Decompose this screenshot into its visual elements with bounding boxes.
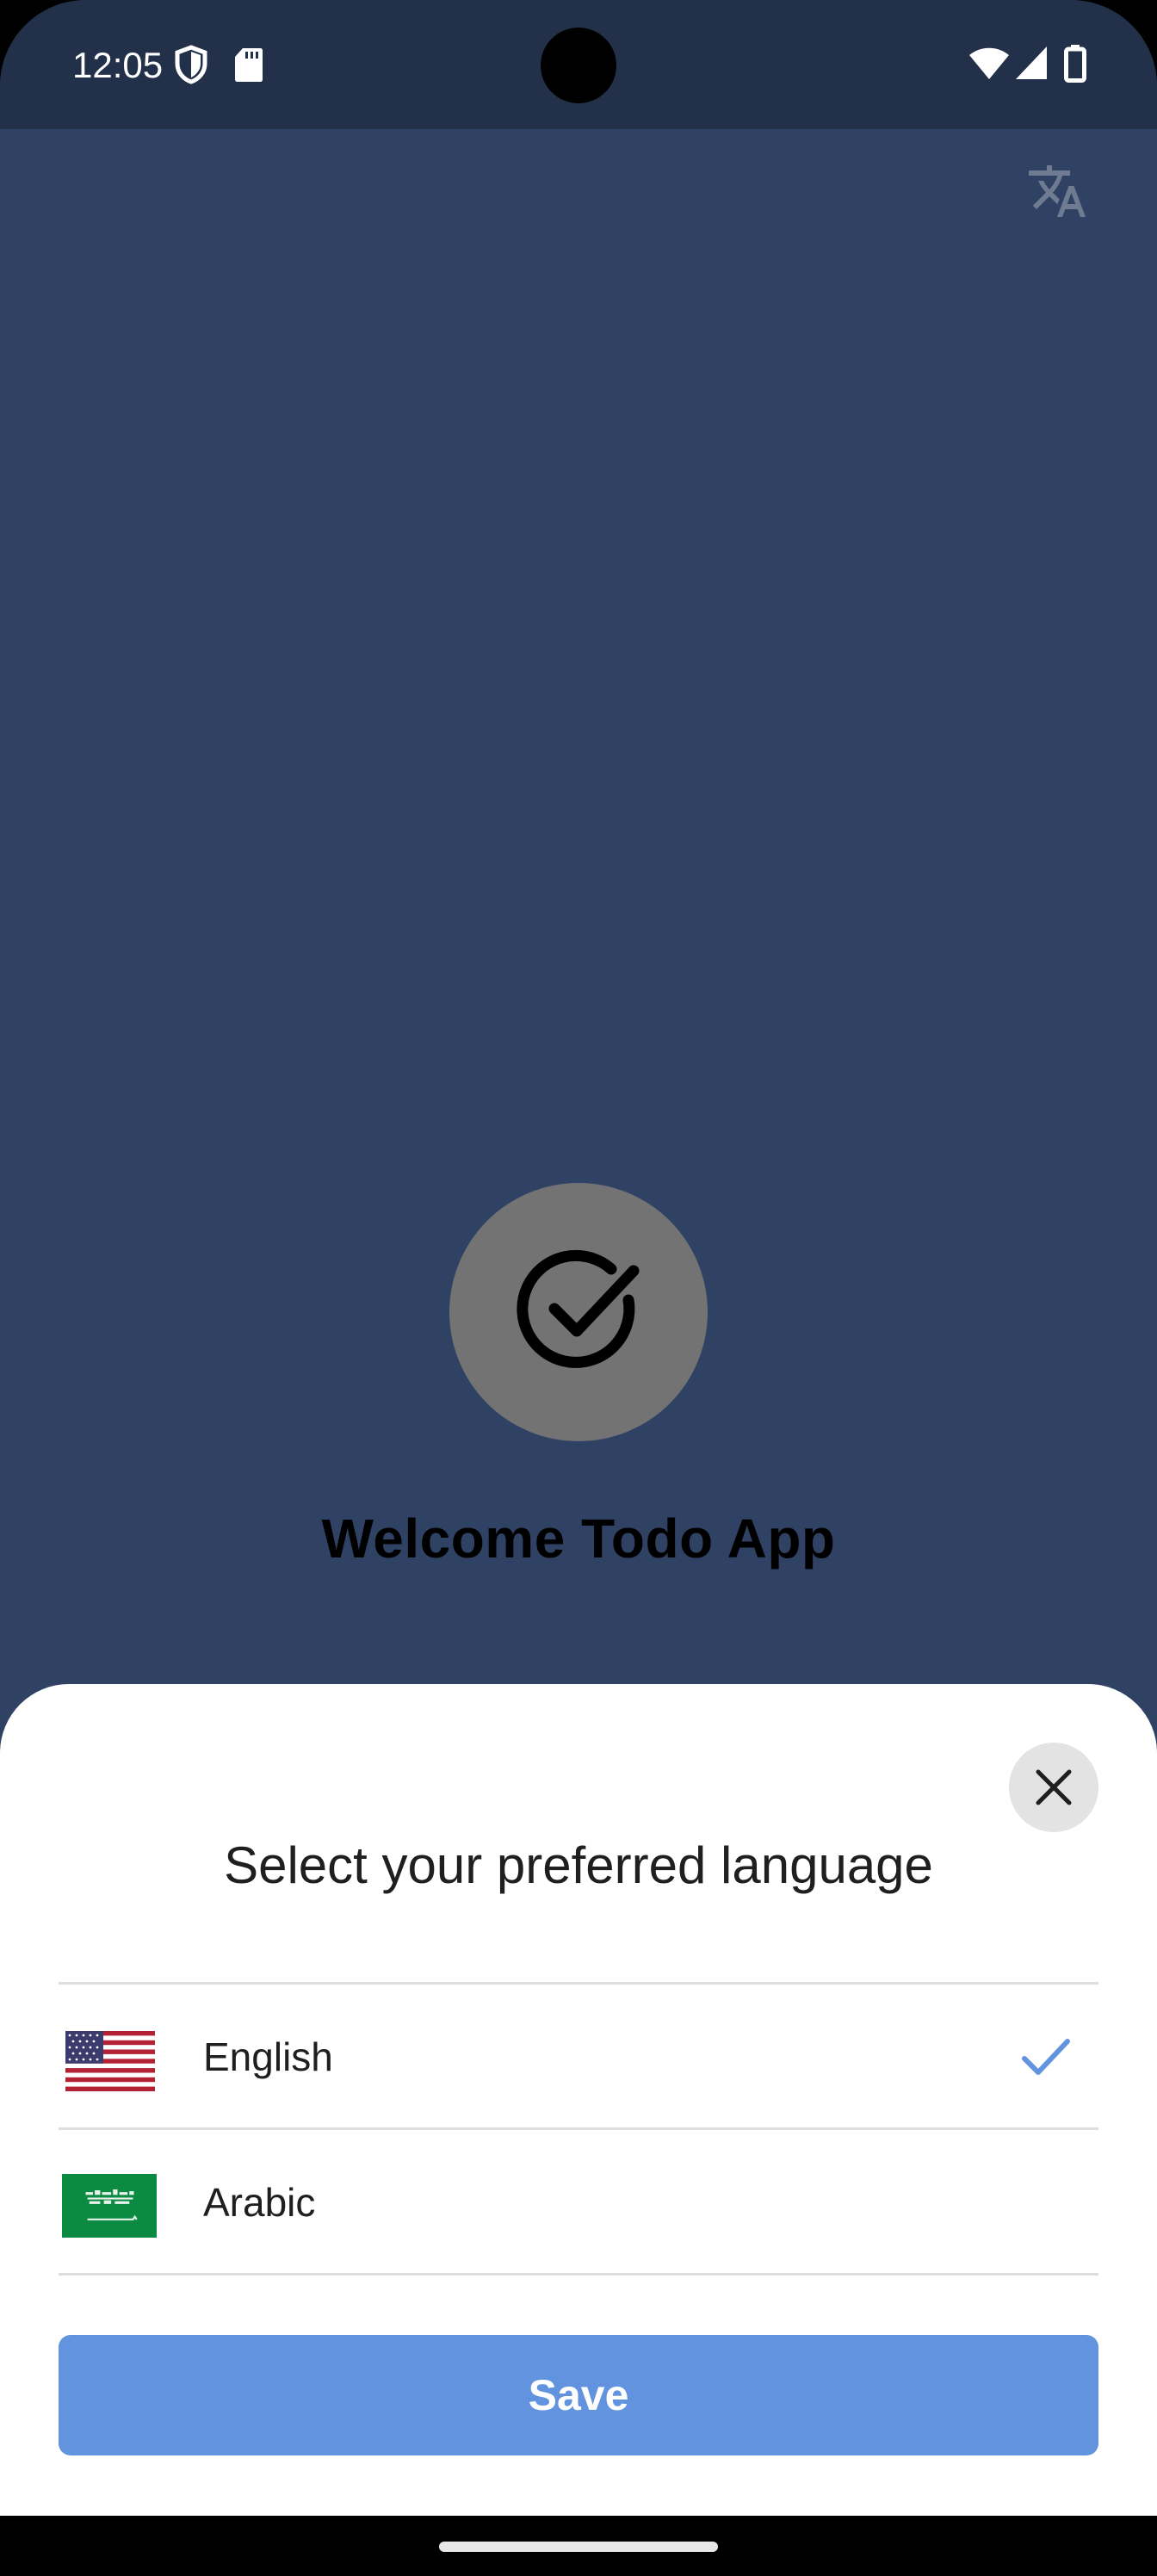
- sd-card-icon: [235, 48, 263, 82]
- status-time: 12:05: [72, 45, 164, 85]
- wifi-icon: [969, 47, 1009, 79]
- battery-icon: [1064, 45, 1086, 83]
- home-indicator[interactable]: [439, 2542, 718, 2552]
- welcome-title: Welcome Todo App: [321, 1508, 836, 1570]
- language-option-arabic[interactable]: Arabic: [59, 2130, 1098, 2273]
- divider: [59, 2273, 1098, 2276]
- saudi-flag-icon: [62, 2173, 157, 2239]
- language-label: Arabic: [203, 2180, 316, 2225]
- language-bottom-sheet: Select your preferred language English A…: [0, 1684, 1157, 2516]
- language-label: English: [203, 2034, 333, 2079]
- language-option-english[interactable]: English: [59, 1985, 1098, 2127]
- app-logo: [449, 1183, 708, 1441]
- app-screen: 12:05 Welcome Todo App Select your prefe…: [0, 0, 1157, 2576]
- check-circle-icon: [517, 1249, 640, 1368]
- close-button[interactable]: [1009, 1743, 1098, 1832]
- check-icon: [1022, 2039, 1070, 2075]
- us-flag-icon: [65, 2031, 155, 2091]
- translate-icon: [1029, 165, 1086, 217]
- translate-button[interactable]: [1021, 155, 1093, 227]
- shield-icon: [175, 45, 207, 84]
- status-bar: 12:05: [0, 0, 1157, 129]
- save-button[interactable]: Save: [59, 2335, 1098, 2455]
- close-icon: [1036, 1769, 1072, 1805]
- camera-cutout: [541, 28, 616, 103]
- signal-icon: [1016, 46, 1047, 79]
- sheet-title: Select your preferred language: [224, 1836, 933, 1894]
